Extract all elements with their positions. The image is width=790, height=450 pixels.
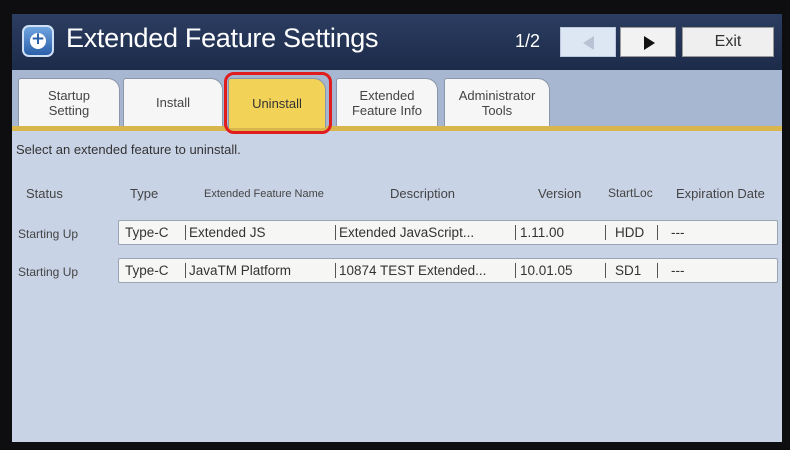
panel-screen: Extended Feature Settings 1/2 Exit Start…: [12, 14, 782, 442]
cell-startloc: SD1: [615, 263, 642, 278]
tab-label-line1: Administrator: [458, 87, 536, 103]
tab-install[interactable]: Install: [123, 78, 223, 126]
cell-startloc: HDD: [615, 225, 645, 240]
table-row[interactable]: Type-C JavaTM Platform 10874 TEST Extend…: [118, 258, 778, 283]
column-header-status: Status: [26, 186, 63, 201]
column-separator: [605, 263, 606, 278]
tab-extended-feature-info[interactable]: Extended Feature Info: [336, 78, 438, 126]
row-status: Starting Up: [18, 227, 79, 241]
instruction-text: Select an extended feature to uninstall.: [16, 142, 241, 157]
cell-version: 10.01.05: [520, 263, 573, 278]
column-separator: [185, 225, 186, 240]
title-bar: Extended Feature Settings 1/2 Exit: [12, 14, 782, 70]
cell-name: Extended JS: [189, 225, 266, 240]
column-header-startloc: StartLoc: [608, 186, 653, 200]
tab-administrator-tools[interactable]: Administrator Tools: [444, 78, 550, 126]
column-separator: [657, 225, 658, 240]
column-separator: [515, 225, 516, 240]
exit-button[interactable]: Exit: [682, 27, 774, 57]
column-separator: [335, 263, 336, 278]
column-separator: [515, 263, 516, 278]
page-title: Extended Feature Settings: [66, 23, 379, 53]
table-row[interactable]: Type-C Extended JS Extended JavaScript..…: [118, 220, 778, 245]
tab-underline: [12, 126, 782, 131]
column-header-version: Version: [538, 186, 582, 201]
cell-type: Type-C: [125, 263, 169, 278]
cell-expiration: ---: [671, 225, 685, 240]
row-status: Starting Up: [18, 265, 79, 279]
tab-startup-setting[interactable]: Startup Setting: [18, 78, 120, 126]
column-separator: [605, 225, 606, 240]
column-separator: [185, 263, 186, 278]
tab-label-line2: Tools: [481, 102, 513, 118]
column-header-expiration: Expiration Date: [676, 186, 765, 201]
cell-description: Extended JavaScript...: [339, 225, 475, 240]
tab-label: Install: [156, 95, 190, 110]
next-page-button[interactable]: [620, 27, 676, 57]
column-header-type: Type: [130, 186, 159, 201]
cell-name: JavaTM Platform: [189, 263, 292, 278]
column-header-description: Description: [390, 186, 456, 201]
tab-label-line2: Feature Info: [351, 102, 423, 118]
page-indicator: 1/2: [515, 31, 541, 51]
cell-type: Type-C: [125, 225, 169, 240]
tab-label-line1: Extended: [359, 87, 415, 103]
cell-description: 10874 TEST Extended...: [339, 263, 487, 278]
extended-feature-icon: [22, 25, 54, 57]
previous-page-button[interactable]: [560, 27, 616, 57]
column-header-name: Extended Feature Name: [204, 188, 324, 200]
tab-label-line2: Setting: [48, 102, 90, 118]
column-separator: [657, 263, 658, 278]
cell-expiration: ---: [671, 263, 685, 278]
cell-version: 1.11.00: [520, 225, 565, 240]
uninstall-tab-highlight: [224, 72, 332, 134]
column-separator: [335, 225, 336, 240]
tab-label-line1: Startup: [48, 87, 90, 103]
